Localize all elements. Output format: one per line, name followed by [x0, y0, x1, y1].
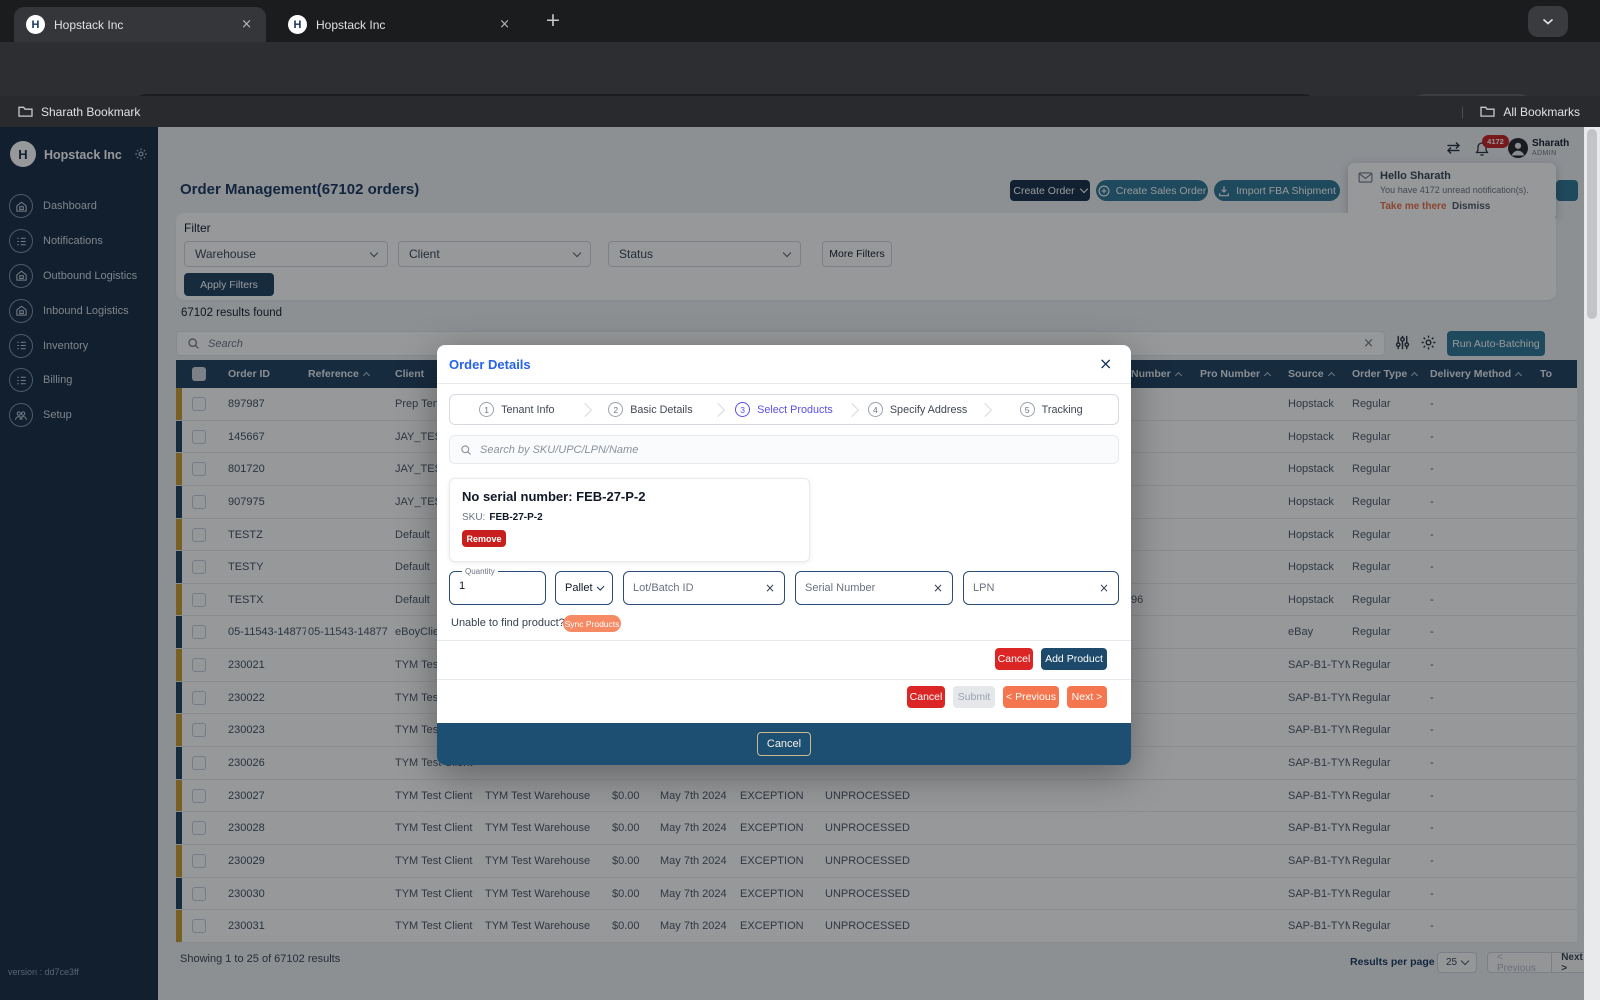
wizard-step[interactable]: 4 Specify Address — [851, 395, 985, 424]
modal-footer-bar: Cancel — [437, 723, 1131, 765]
product-sku-row: SKU: FEB-27-P-2 — [462, 512, 543, 523]
lpn-placeholder: LPN — [973, 582, 1099, 594]
new-tab-button[interactable]: + — [545, 9, 561, 31]
page-content: H Hopstack Inc Dashboard — [0, 127, 1600, 1000]
screen: H Hopstack Inc × H Hopstack Inc × + ← → … — [0, 0, 1600, 1000]
step-label: Specify Address — [890, 404, 967, 416]
serial-number-input[interactable]: Serial Number × — [795, 571, 953, 605]
tab-title: Hopstack Inc — [316, 18, 495, 32]
bookmarks-divider: | — [1461, 104, 1464, 119]
step-label: Tenant Info — [501, 404, 554, 416]
next-step-button[interactable]: Next > — [1067, 686, 1107, 708]
sku-value: FEB-27-P-2 — [489, 512, 542, 523]
cancel-product-button[interactable]: Cancel — [995, 648, 1033, 670]
order-details-modal: Order Details × 1 Tenant Info 2 Basic De… — [437, 345, 1131, 765]
clear-field-icon[interactable]: × — [765, 581, 775, 595]
scrollbar-thumb[interactable] — [1587, 129, 1597, 319]
search-icon — [460, 444, 472, 456]
tab-title: Hopstack Inc — [54, 18, 237, 32]
quantity-field[interactable]: Quantity 1 — [449, 567, 546, 605]
step-number: 2 — [608, 402, 623, 417]
wizard-step[interactable]: 3 Select Products — [717, 395, 851, 424]
browser-toolbar: ← → uat.hopstack.io/orders/ ☆ Incognito … — [0, 42, 1600, 96]
wizard-step[interactable]: 5 Tracking — [984, 395, 1118, 424]
quantity-label: Quantity — [462, 567, 498, 576]
all-bookmarks-button[interactable]: All Bookmarks — [1503, 105, 1580, 119]
step-number: 1 — [479, 402, 494, 417]
product-title: No serial number: FEB-27-P-2 — [462, 489, 646, 504]
chevron-down-icon — [1542, 18, 1554, 26]
step-number: 5 — [1020, 402, 1035, 417]
lpn-input[interactable]: LPN × — [963, 571, 1119, 605]
modal-title: Order Details — [449, 357, 531, 372]
uom-select[interactable]: Pallet — [555, 571, 613, 605]
lot-batch-placeholder: Lot/Batch ID — [633, 582, 765, 594]
tab-close-icon[interactable]: × — [237, 17, 256, 32]
chevron-down-icon — [596, 582, 604, 590]
page-scrollbar[interactable] — [1584, 127, 1600, 1000]
add-product-button[interactable]: Add Product — [1041, 648, 1107, 670]
submit-button[interactable]: Submit — [953, 686, 995, 708]
browser-tab-strip: H Hopstack Inc × H Hopstack Inc × + — [0, 0, 1600, 42]
uom-value: Pallet — [565, 582, 593, 594]
tab-close-icon[interactable]: × — [495, 17, 514, 32]
browser-tab-1[interactable]: H Hopstack Inc × — [14, 7, 266, 42]
step-number: 3 — [735, 402, 750, 417]
divider — [437, 640, 1131, 641]
browser-tab-2[interactable]: H Hopstack Inc × — [276, 7, 524, 42]
clear-field-icon[interactable]: × — [1099, 581, 1109, 595]
sku-label: SKU: — [462, 512, 485, 523]
step-label: Select Products — [757, 404, 833, 416]
remove-product-button[interactable]: Remove — [462, 530, 506, 547]
wizard-step[interactable]: 1 Tenant Info — [450, 395, 584, 424]
hopstack-favicon: H — [26, 15, 45, 34]
product-search-placeholder: Search by SKU/UPC/LPN/Name — [480, 444, 638, 456]
serial-number-placeholder: Serial Number — [805, 582, 933, 594]
divider — [437, 383, 1131, 384]
previous-step-button[interactable]: < Previous — [1003, 686, 1059, 708]
folder-icon — [1480, 105, 1495, 118]
wizard-stepper: 1 Tenant Info 2 Basic Details 3 Select P… — [449, 394, 1119, 425]
close-icon[interactable]: × — [1099, 354, 1112, 373]
footer-cancel-button[interactable]: Cancel — [757, 732, 811, 756]
divider — [437, 679, 1131, 680]
selected-product-card: No serial number: FEB-27-P-2 SKU: FEB-27-… — [449, 478, 810, 562]
bookmark-item[interactable]: Sharath Bookmark — [41, 105, 140, 119]
tab-search-chevron-button[interactable] — [1528, 6, 1568, 37]
wizard-step[interactable]: 2 Basic Details — [584, 395, 718, 424]
product-search-input[interactable]: Search by SKU/UPC/LPN/Name — [449, 435, 1119, 464]
step-label: Tracking — [1042, 404, 1083, 416]
step-label: Basic Details — [630, 404, 692, 416]
unable-to-find-text: Unable to find product? — [451, 617, 565, 629]
sync-products-button[interactable]: Sync Products — [563, 615, 621, 632]
folder-icon — [18, 105, 33, 118]
clear-field-icon[interactable]: × — [933, 581, 943, 595]
cancel-wizard-button[interactable]: Cancel — [907, 686, 945, 708]
step-number: 4 — [868, 402, 883, 417]
hopstack-favicon: H — [288, 15, 307, 34]
lot-batch-input[interactable]: Lot/Batch ID × — [623, 571, 785, 605]
quantity-value: 1 — [459, 580, 465, 592]
bookmarks-bar: Sharath Bookmark | All Bookmarks — [0, 96, 1600, 127]
